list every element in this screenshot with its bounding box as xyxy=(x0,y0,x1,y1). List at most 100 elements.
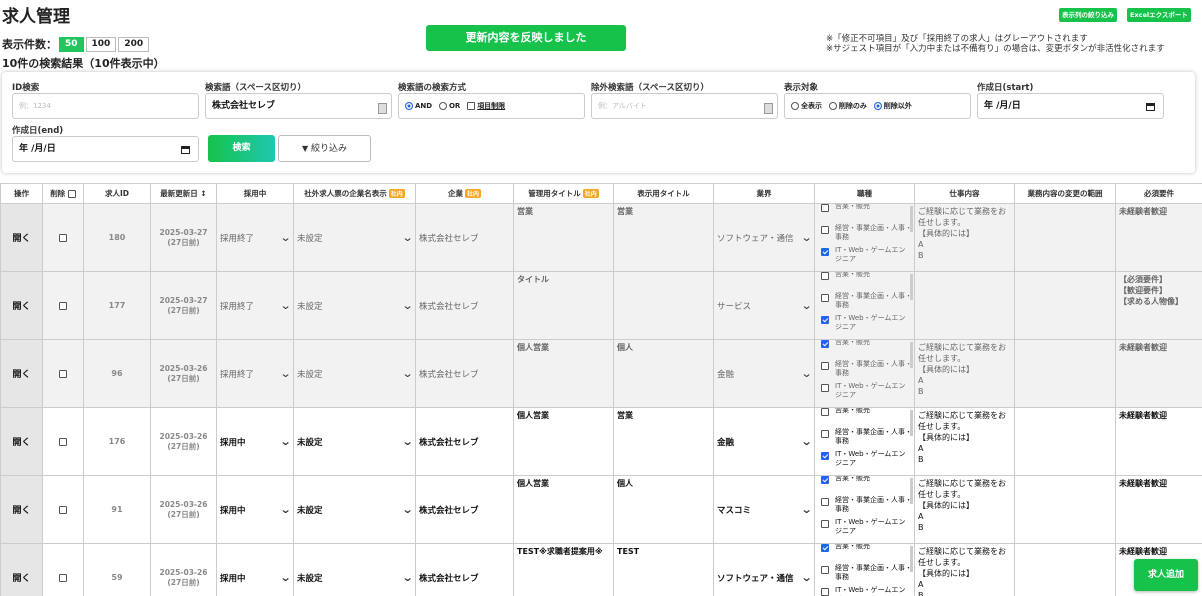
or-radio[interactable] xyxy=(438,102,447,110)
display-title-cell[interactable] xyxy=(613,271,714,340)
industry-select[interactable]: ソフトウェア・通信 ⌄ xyxy=(713,543,815,596)
industry-select[interactable]: サービス ⌄ xyxy=(713,271,815,340)
job-type-checkbox[interactable] xyxy=(821,588,829,596)
filter-columns-button[interactable]: 表示列の絞り込み xyxy=(1059,8,1117,22)
admin-title-cell[interactable]: 営業 xyxy=(513,203,614,272)
job-type-checkbox[interactable] xyxy=(821,544,829,552)
display-title-cell[interactable]: 営業 xyxy=(613,203,714,272)
paste-icon[interactable] xyxy=(764,103,773,114)
job-type-checkbox[interactable] xyxy=(821,248,829,256)
count-100-button[interactable]: 100 xyxy=(85,36,117,52)
hiring-select[interactable]: 採用終了 ⌄ xyxy=(216,203,294,272)
work-cell[interactable]: ご経験に応じて業務をお任せします。 【具体的には】 A B xyxy=(914,475,1015,544)
work-cell[interactable]: ご経験に応じて業務をお任せします。 【具体的には】 A B xyxy=(914,203,1015,272)
hiring-select[interactable]: 採用終了 ⌄ xyxy=(216,339,294,408)
change-scope-cell[interactable] xyxy=(1014,203,1116,272)
work-cell[interactable] xyxy=(914,271,1015,340)
scrollbar[interactable] xyxy=(910,342,913,368)
job-type-checkbox[interactable] xyxy=(821,408,829,416)
job-type-checkbox[interactable] xyxy=(821,362,829,370)
open-button[interactable]: 開く xyxy=(0,475,43,544)
display-title-cell[interactable]: 個人 xyxy=(613,475,714,544)
excel-export-button[interactable]: Excelエクスポート xyxy=(1127,8,1191,22)
external-company-select[interactable]: 未設定 ⌄ xyxy=(293,271,416,340)
open-button[interactable]: 開く xyxy=(0,203,43,272)
admin-title-cell[interactable]: TEST※求職者提案用※ xyxy=(513,543,614,596)
display-title-cell[interactable]: 個人 xyxy=(613,339,714,408)
job-type-checkbox[interactable] xyxy=(821,204,829,212)
hiring-select[interactable]: 採用中 ⌄ xyxy=(216,475,294,544)
open-button[interactable]: 開く xyxy=(0,543,43,596)
display-title-cell[interactable]: TEST xyxy=(613,543,714,596)
hiring-select[interactable]: 採用中 ⌄ xyxy=(216,543,294,596)
add-job-button[interactable]: 求人追加 xyxy=(1134,559,1198,591)
count-200-button[interactable]: 200 xyxy=(118,36,150,52)
work-cell[interactable]: ご経験に応じて業務をお任せします。 【具体的には】 A B xyxy=(914,407,1015,476)
job-type-checkbox[interactable] xyxy=(821,566,829,574)
open-button[interactable]: 開く xyxy=(0,339,43,408)
delete-checkbox[interactable] xyxy=(59,233,67,242)
start-date-input[interactable]: 年 /月/日 xyxy=(977,93,1164,119)
target-deleted-radio[interactable] xyxy=(828,102,837,110)
end-date-input[interactable]: 年 /月/日 xyxy=(12,136,199,162)
job-type-checkbox[interactable] xyxy=(821,498,829,506)
admin-title-cell[interactable]: タイトル xyxy=(513,271,614,340)
requirements-cell[interactable]: 未経験者歓迎 xyxy=(1115,475,1202,544)
job-type-checkbox[interactable] xyxy=(821,272,829,280)
change-scope-cell[interactable] xyxy=(1014,543,1116,596)
scrollbar[interactable] xyxy=(910,274,913,300)
job-type-checkbox[interactable] xyxy=(821,384,829,392)
item-limit-link[interactable]: 項目制限 xyxy=(477,102,505,110)
external-company-select[interactable]: 未設定 ⌄ xyxy=(293,543,416,596)
external-company-select[interactable]: 未設定 ⌄ xyxy=(293,339,416,408)
target-not-deleted-radio[interactable] xyxy=(873,102,882,110)
and-radio[interactable] xyxy=(405,102,413,110)
admin-title-cell[interactable]: 個人営業 xyxy=(513,475,614,544)
keyword-input[interactable]: 株式会社セレブ xyxy=(205,93,392,119)
delete-checkbox[interactable] xyxy=(59,505,67,514)
change-scope-cell[interactable] xyxy=(1014,475,1116,544)
job-type-checkbox[interactable] xyxy=(821,452,829,460)
job-type-checkbox[interactable] xyxy=(821,316,829,324)
delete-checkbox[interactable] xyxy=(59,573,67,582)
change-scope-cell[interactable] xyxy=(1014,407,1116,476)
requirements-cell[interactable]: 【必須要件】 【歓迎要件】 【求める人物像】 xyxy=(1115,271,1202,340)
paste-icon[interactable] xyxy=(378,103,387,114)
change-scope-cell[interactable] xyxy=(1014,271,1116,340)
job-type-checkbox[interactable] xyxy=(821,430,829,438)
requirements-cell[interactable]: 未経験者歓迎 xyxy=(1115,203,1202,272)
change-scope-cell[interactable] xyxy=(1014,339,1116,408)
exclude-input[interactable]: 例：アルバイト xyxy=(591,93,778,119)
id-search-input[interactable]: 例：1234 xyxy=(12,93,199,119)
header-updated[interactable]: 最新更新日 ↕ xyxy=(150,183,217,204)
external-company-select[interactable]: 未設定 ⌄ xyxy=(293,203,416,272)
industry-select[interactable]: マスコミ ⌄ xyxy=(713,475,815,544)
scrollbar[interactable] xyxy=(910,478,913,504)
delete-all-checkbox[interactable] xyxy=(67,190,76,198)
industry-select[interactable]: 金融 ⌄ xyxy=(713,339,815,408)
admin-title-cell[interactable]: 個人営業 xyxy=(513,407,614,476)
calendar-icon[interactable] xyxy=(1146,103,1155,111)
scrollbar[interactable] xyxy=(910,546,913,572)
filter-button[interactable]: ▼ 絞り込み xyxy=(278,135,371,162)
job-type-checkbox[interactable] xyxy=(821,226,829,234)
industry-select[interactable]: 金融 ⌄ xyxy=(713,407,815,476)
delete-checkbox[interactable] xyxy=(59,301,67,310)
open-button[interactable]: 開く xyxy=(0,407,43,476)
job-type-checkbox[interactable] xyxy=(821,520,829,528)
hiring-select[interactable]: 採用中 ⌄ xyxy=(216,407,294,476)
job-type-checkbox[interactable] xyxy=(821,294,829,302)
external-company-select[interactable]: 未設定 ⌄ xyxy=(293,407,416,476)
job-type-checkbox[interactable] xyxy=(821,476,829,484)
work-cell[interactable]: ご経験に応じて業務をお任せします。 【具体的には】 A B xyxy=(914,543,1015,596)
display-title-cell[interactable]: 営業 xyxy=(613,407,714,476)
hiring-select[interactable]: 採用終了 ⌄ xyxy=(216,271,294,340)
scrollbar[interactable] xyxy=(910,410,913,436)
item-limit-checkbox[interactable] xyxy=(467,102,476,110)
requirements-cell[interactable]: 未経験者歓迎 xyxy=(1115,407,1202,476)
scrollbar[interactable] xyxy=(910,206,913,232)
delete-checkbox[interactable] xyxy=(59,437,67,446)
requirements-cell[interactable]: 未経験者歓迎 xyxy=(1115,339,1202,408)
external-company-select[interactable]: 未設定 ⌄ xyxy=(293,475,416,544)
open-button[interactable]: 開く xyxy=(0,271,43,340)
